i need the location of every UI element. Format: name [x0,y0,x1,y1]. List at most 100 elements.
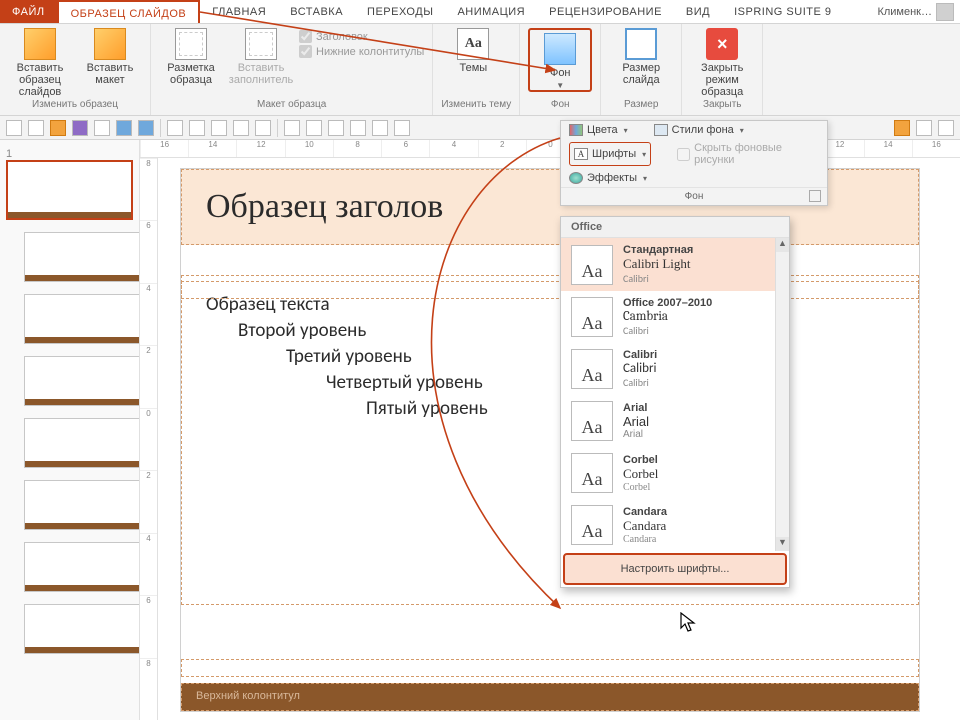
background-button[interactable]: Фон ▼ [528,28,592,92]
font-scheme-option[interactable]: AaOffice 2007–2010CambriaCalibri [561,291,789,343]
qat-btn[interactable] [72,120,88,136]
layout-thumb[interactable] [24,604,140,654]
qat-btn[interactable] [167,120,183,136]
slide-size-button[interactable]: Размер слайда [609,28,673,86]
qat-btn[interactable] [938,120,954,136]
guide [181,659,919,677]
tab-insert[interactable]: ВСТАВКА [278,0,355,23]
qat-btn[interactable] [394,120,410,136]
user-name: Клименк… [877,6,932,18]
layout-thumb[interactable] [24,418,140,468]
footer-placeholder[interactable]: Верхний колонтитул [181,683,919,711]
qat-btn[interactable] [116,120,132,136]
master-layout-icon [175,28,207,60]
qat-btn[interactable] [28,120,44,136]
fonts-menu[interactable]: AШрифты▾ [569,142,651,166]
themes-icon: Aa [457,28,489,60]
qat-btn[interactable] [138,120,154,136]
font-scheme-option[interactable]: AaCorbelCorbelCorbel [561,447,789,499]
bg-styles-menu[interactable]: Стили фона▾ [654,124,744,136]
font-preview-icon: Aa [571,245,613,285]
slide-master[interactable]: Образец заголов Образец текста Второй ур… [180,168,920,712]
body-l3: Третий уровень [206,345,894,368]
font-scheme-dropdown: Office ▲▼ AaСтандартнаяCalibri LightCali… [560,216,790,588]
font-preview-icon: Aa [571,401,613,441]
background-label: Фон [550,67,571,79]
font-scheme-option[interactable]: AaCandaraCandaraCandara [561,499,789,551]
font-preview-icon: Aa [571,505,613,545]
body-l5: Пятый уровень [206,397,894,420]
close-master-label: Закрыть режим образца [690,62,754,98]
tab-file[interactable]: ФАЙЛ [0,0,57,23]
customize-fonts-button[interactable]: Настроить шрифты... [563,553,787,585]
insert-layout-button[interactable]: Вставить макет [78,28,142,86]
slide-master-icon [24,28,56,60]
tab-view[interactable]: ВИД [674,0,722,23]
user-account[interactable]: Клименк… [871,0,960,23]
font-scheme-list[interactable]: ▲▼ AaСтандартнаяCalibri LightCalibriAaOf… [561,238,789,551]
qat-btn[interactable] [916,120,932,136]
horizontal-ruler: 1614121086420246810121416 [140,140,960,158]
qat-btn[interactable] [211,120,227,136]
scroll-up-icon[interactable]: ▲ [776,238,789,252]
qat-btn[interactable] [94,120,110,136]
slide-canvas[interactable]: 1614121086420246810121416 864202468 Обра… [140,140,960,720]
close-icon: × [706,28,738,60]
qat-btn[interactable] [50,120,66,136]
insert-slide-master-button[interactable]: Вставить образец слайдов [8,28,72,98]
layout-thumb[interactable] [24,232,140,282]
thumbnail-panel[interactable]: 1 [0,140,140,720]
dialog-launcher-icon[interactable] [809,190,821,202]
font-scheme-option[interactable]: AaArialArialArial [561,395,789,447]
group-bg-title: Фон [528,99,592,113]
scrollbar[interactable]: ▲▼ [775,238,789,551]
layout-thumb[interactable] [24,480,140,530]
layout-thumb[interactable] [24,356,140,406]
master-layout-button[interactable]: Разметка образца [159,28,223,86]
master-layout-label: Разметка образца [159,62,223,86]
avatar-icon [936,3,954,21]
qat-btn[interactable] [328,120,344,136]
qat-btn[interactable] [894,120,910,136]
qat-btn[interactable] [6,120,22,136]
group-close-title: Закрыть [690,99,754,113]
insert-layout-label: Вставить макет [78,62,142,86]
popout-title: Фон [685,191,704,202]
chk-title[interactable]: Заголовок [299,30,424,43]
tab-review[interactable]: РЕЦЕНЗИРОВАНИЕ [537,0,674,23]
layout-thumb[interactable] [24,542,140,592]
tab-slide-master[interactable]: ОБРАЗЕЦ СЛАЙДОВ [57,0,201,23]
master-thumb[interactable]: 1 [6,148,133,220]
background-popout: Цвета▾ Стили фона▾ AШрифты▾ Скрыть фонов… [560,120,828,206]
tab-home[interactable]: ГЛАВНАЯ [200,0,278,23]
effects-menu[interactable]: Эффекты▾ [569,172,647,184]
font-scheme-option[interactable]: AaСтандартнаяCalibri LightCalibri [561,238,789,291]
group-edit-title: Изменить образец [8,99,142,113]
tab-transitions[interactable]: ПЕРЕХОДЫ [355,0,445,23]
themes-button[interactable]: Aa Темы [441,28,505,74]
chk-footers[interactable]: Нижние колонтитулы [299,45,424,58]
guide [181,281,919,299]
colors-menu[interactable]: Цвета▾ [569,124,628,136]
qat-btn[interactable] [350,120,366,136]
tab-animation[interactable]: АНИМАЦИЯ [445,0,537,23]
insert-placeholder-button: Вставить заполнитель [229,28,293,86]
qat-btn[interactable] [189,120,205,136]
layout-thumb[interactable] [24,294,140,344]
scroll-down-icon[interactable]: ▼ [776,537,789,551]
qat-btn[interactable] [233,120,249,136]
slide-size-icon [625,28,657,60]
qat-btn[interactable] [372,120,388,136]
qat-btn[interactable] [306,120,322,136]
close-master-button[interactable]: × Закрыть режим образца [690,28,754,98]
slide-size-label: Размер слайда [609,62,673,86]
layout-icon [94,28,126,60]
font-scheme-option[interactable]: AaCalibriCalibriCalibri [561,343,789,395]
placeholder-label: Вставить заполнитель [229,62,293,86]
qat-btn[interactable] [284,120,300,136]
font-preview-icon: Aa [571,453,613,493]
group-layout-title: Макет образца [159,99,424,113]
body-placeholder[interactable]: Образец текста Второй уровень Третий уро… [181,275,919,605]
qat-btn[interactable] [255,120,271,136]
tab-ispring[interactable]: ISPRING SUITE 9 [722,0,843,23]
